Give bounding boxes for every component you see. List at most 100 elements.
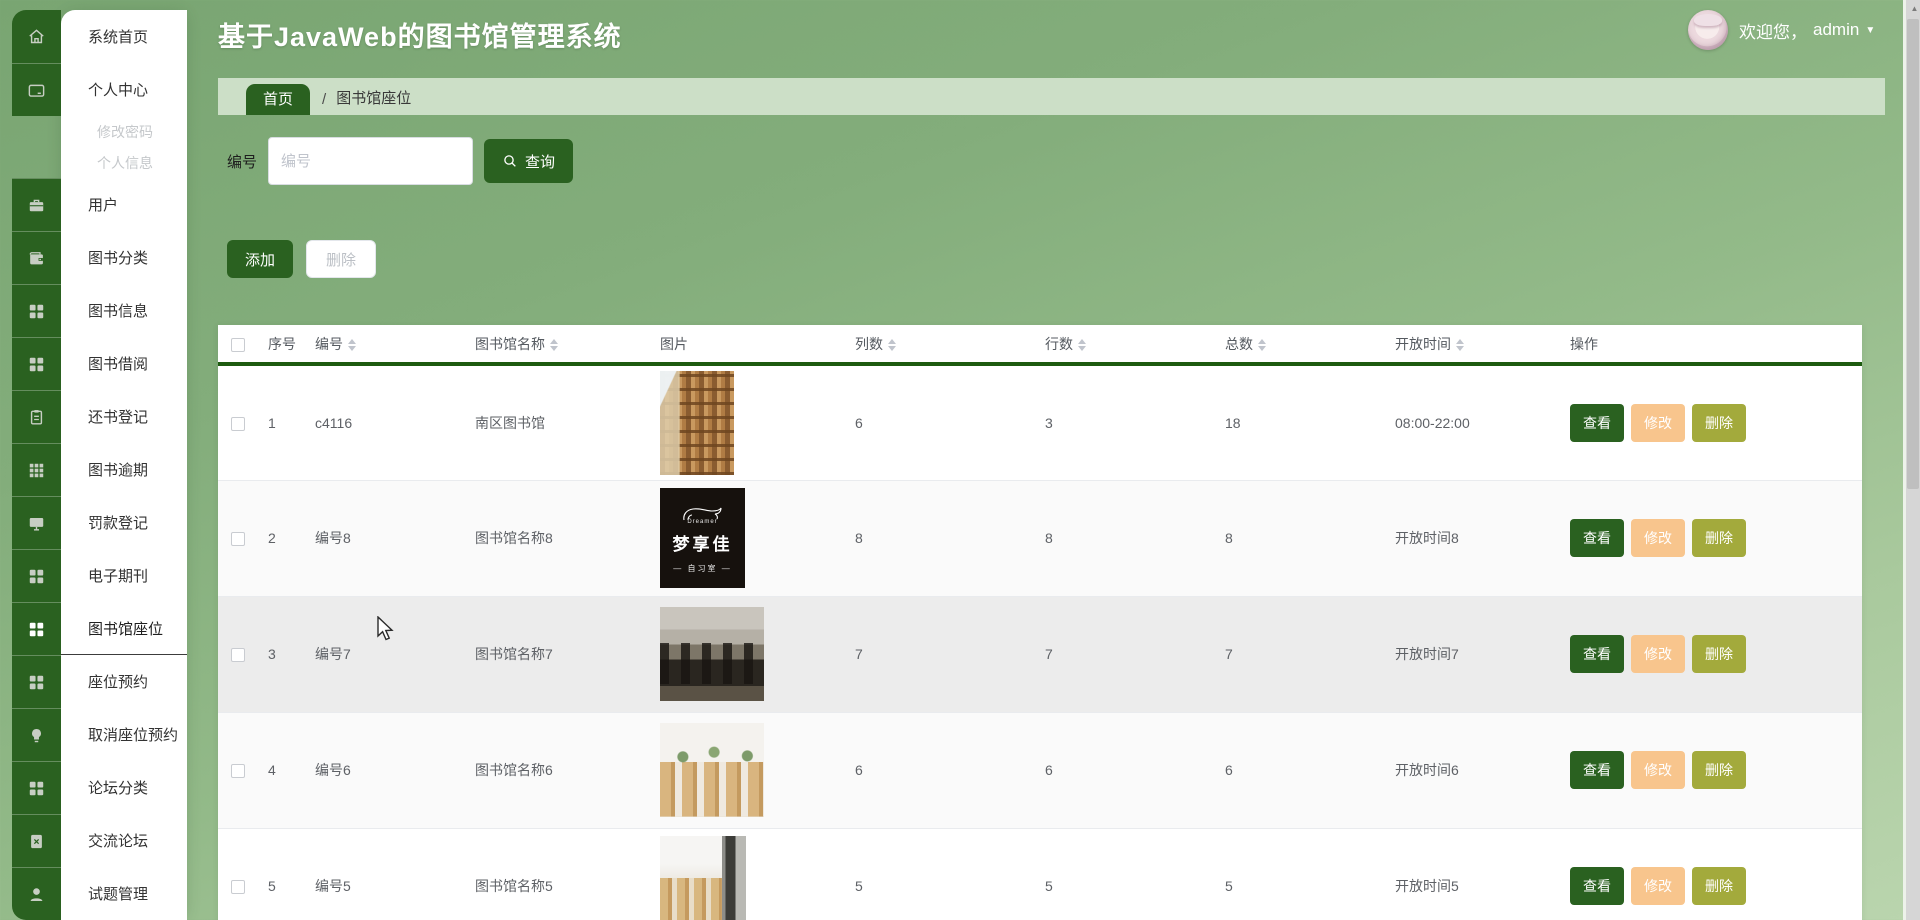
- row-index: 1: [258, 364, 305, 481]
- sidebar-item-交流论坛[interactable]: 交流论坛: [12, 814, 187, 867]
- grid-icon: [29, 357, 44, 371]
- sidebar-item-图书分类[interactable]: 图书分类: [12, 231, 187, 284]
- sidebar-item-座位预约[interactable]: 座位预约: [12, 655, 187, 708]
- chevron-down-icon[interactable]: ▼: [1865, 25, 1875, 36]
- edit-button[interactable]: 修改: [1631, 751, 1685, 789]
- row-code: 编号6: [305, 712, 465, 829]
- select-all-checkbox[interactable]: [231, 337, 245, 352]
- row-rows: 6: [1035, 712, 1215, 829]
- edit-button[interactable]: 修改: [1631, 519, 1685, 557]
- column-header-编号[interactable]: 编号: [305, 325, 465, 366]
- sidebar-item-用户[interactable]: 用户: [12, 178, 187, 231]
- edit-button[interactable]: 修改: [1631, 403, 1685, 442]
- column-header-行数[interactable]: 行数: [1035, 325, 1215, 366]
- scrollbar-thumb[interactable]: [1907, 19, 1919, 489]
- sort-caret-icon[interactable]: [348, 338, 356, 351]
- vertical-scrollbar[interactable]: ▲: [1903, 0, 1920, 920]
- avatar[interactable]: [1688, 10, 1728, 50]
- column-header-label: 开放时间: [1395, 335, 1451, 352]
- delete-button-disabled[interactable]: 删除: [306, 240, 376, 278]
- search-label: 编号: [227, 153, 258, 171]
- sidebar-item-label: 图书信息: [61, 284, 187, 337]
- table-body: 1 c4116 南区图书馆 6 3 18 08:00-22:00 查看 修改 删除 2 编号8 图书馆名…: [218, 364, 1862, 920]
- study-room-logo[interactable]: Dreamer 梦享佳 — 自习室 —: [660, 488, 745, 588]
- grid-icon: [12, 549, 61, 602]
- sidebar-item-电子期刊[interactable]: 电子期刊: [12, 549, 187, 602]
- search-icon: [504, 155, 516, 167]
- sort-caret-icon[interactable]: [550, 338, 558, 351]
- row-cols: 8: [845, 480, 1035, 597]
- row-open-time: 开放时间7: [1385, 596, 1560, 713]
- delete-row-button[interactable]: 删除: [1692, 751, 1746, 789]
- search-button-label: 查询: [525, 153, 556, 171]
- briefcase-icon: [12, 178, 61, 231]
- dark-study-carrels-photo[interactable]: [660, 607, 764, 701]
- breadcrumb-home-tab[interactable]: 首页: [246, 84, 311, 115]
- edit-button[interactable]: 修改: [1631, 867, 1685, 905]
- user-menu[interactable]: 欢迎您， admin ▼: [1688, 10, 1875, 50]
- sidebar-item-图书馆座位[interactable]: 图书馆座位: [12, 602, 187, 655]
- column-header-图书馆名称[interactable]: 图书馆名称: [465, 325, 650, 366]
- search-input[interactable]: [268, 137, 474, 185]
- column-header-label: 编号: [315, 335, 343, 352]
- add-button[interactable]: 添加: [227, 240, 293, 278]
- library-bookshelves-photo[interactable]: [660, 370, 734, 475]
- search-button[interactable]: 查询: [484, 139, 574, 183]
- row-open-time: 开放时间6: [1385, 712, 1560, 829]
- column-header-总数[interactable]: 总数: [1215, 325, 1385, 366]
- delete-row-button[interactable]: 删除: [1692, 635, 1746, 673]
- sort-caret-icon[interactable]: [888, 338, 896, 351]
- row-checkbox[interactable]: [231, 416, 245, 431]
- delete-row-button[interactable]: 删除: [1692, 867, 1746, 905]
- sidebar-item-label: 罚款登记: [61, 496, 187, 549]
- grid-icon: [12, 655, 61, 708]
- row-checkbox[interactable]: [231, 764, 245, 779]
- row-code: 编号7: [305, 596, 465, 713]
- sort-caret-icon[interactable]: [1456, 338, 1464, 351]
- sidebar-item-系统首页[interactable]: 系统首页: [12, 10, 187, 63]
- bulb-icon: [32, 728, 41, 742]
- row-checkbox[interactable]: [231, 880, 245, 895]
- view-button[interactable]: 查看: [1570, 635, 1624, 673]
- sidebar-item-个人中心[interactable]: 个人中心: [12, 63, 187, 116]
- view-button[interactable]: 查看: [1570, 403, 1624, 442]
- row-actions: 查看 修改 删除: [1560, 712, 1862, 829]
- study-desks-photo[interactable]: [660, 836, 746, 920]
- box-icon: [12, 814, 61, 867]
- wooden-chairs-photo[interactable]: [660, 723, 764, 817]
- sort-caret-icon[interactable]: [1078, 338, 1086, 351]
- view-button[interactable]: 查看: [1570, 519, 1624, 557]
- sidebar-item-图书借阅[interactable]: 图书借阅: [12, 337, 187, 390]
- sidebar-item-图书逾期[interactable]: 图书逾期: [12, 443, 187, 496]
- row-total: 7: [1215, 596, 1385, 713]
- delete-row-button[interactable]: 删除: [1692, 403, 1746, 442]
- edit-button[interactable]: 修改: [1631, 635, 1685, 673]
- sidebar-item-罚款登记[interactable]: 罚款登记: [12, 496, 187, 549]
- sidebar-subitem-个人信息[interactable]: 个人信息: [12, 147, 187, 178]
- sidebar-item-取消座位预约[interactable]: 取消座位预约: [12, 708, 187, 761]
- column-header-label: 图书馆名称: [475, 335, 545, 352]
- scrollbar-up-arrow[interactable]: ▲: [1909, 4, 1920, 13]
- sidebar-item-试题管理[interactable]: 试题管理: [12, 867, 187, 920]
- monitor-icon: [12, 496, 61, 549]
- sidebar-item-label: 用户: [61, 178, 187, 231]
- sidebar-item-label: 图书分类: [61, 231, 187, 284]
- page-title: 基于JavaWeb的图书馆管理系统: [218, 22, 622, 52]
- view-button[interactable]: 查看: [1570, 867, 1624, 905]
- row-code: c4116: [305, 364, 465, 481]
- sidebar-item-图书信息[interactable]: 图书信息: [12, 284, 187, 337]
- grid-icon: [12, 284, 61, 337]
- box-icon: [31, 834, 42, 848]
- sidebar-item-论坛分类[interactable]: 论坛分类: [12, 761, 187, 814]
- sidebar-subitem-修改密码[interactable]: 修改密码: [12, 116, 187, 147]
- row-checkbox[interactable]: [231, 648, 245, 663]
- grid9-icon: [12, 443, 61, 496]
- sidebar-item-还书登记[interactable]: 还书登记: [12, 390, 187, 443]
- library-seats-table: 序号 编号 图书馆名称 图片 列数 行数 总数 开放时间 操作 1 c4116 南区图书馆 6 3 18 0…: [218, 325, 1862, 920]
- view-button[interactable]: 查看: [1570, 751, 1624, 789]
- sort-caret-icon[interactable]: [1258, 338, 1266, 351]
- delete-row-button[interactable]: 删除: [1692, 519, 1746, 557]
- column-header-开放时间[interactable]: 开放时间: [1385, 325, 1560, 366]
- row-checkbox[interactable]: [231, 532, 245, 547]
- column-header-列数[interactable]: 列数: [845, 325, 1035, 366]
